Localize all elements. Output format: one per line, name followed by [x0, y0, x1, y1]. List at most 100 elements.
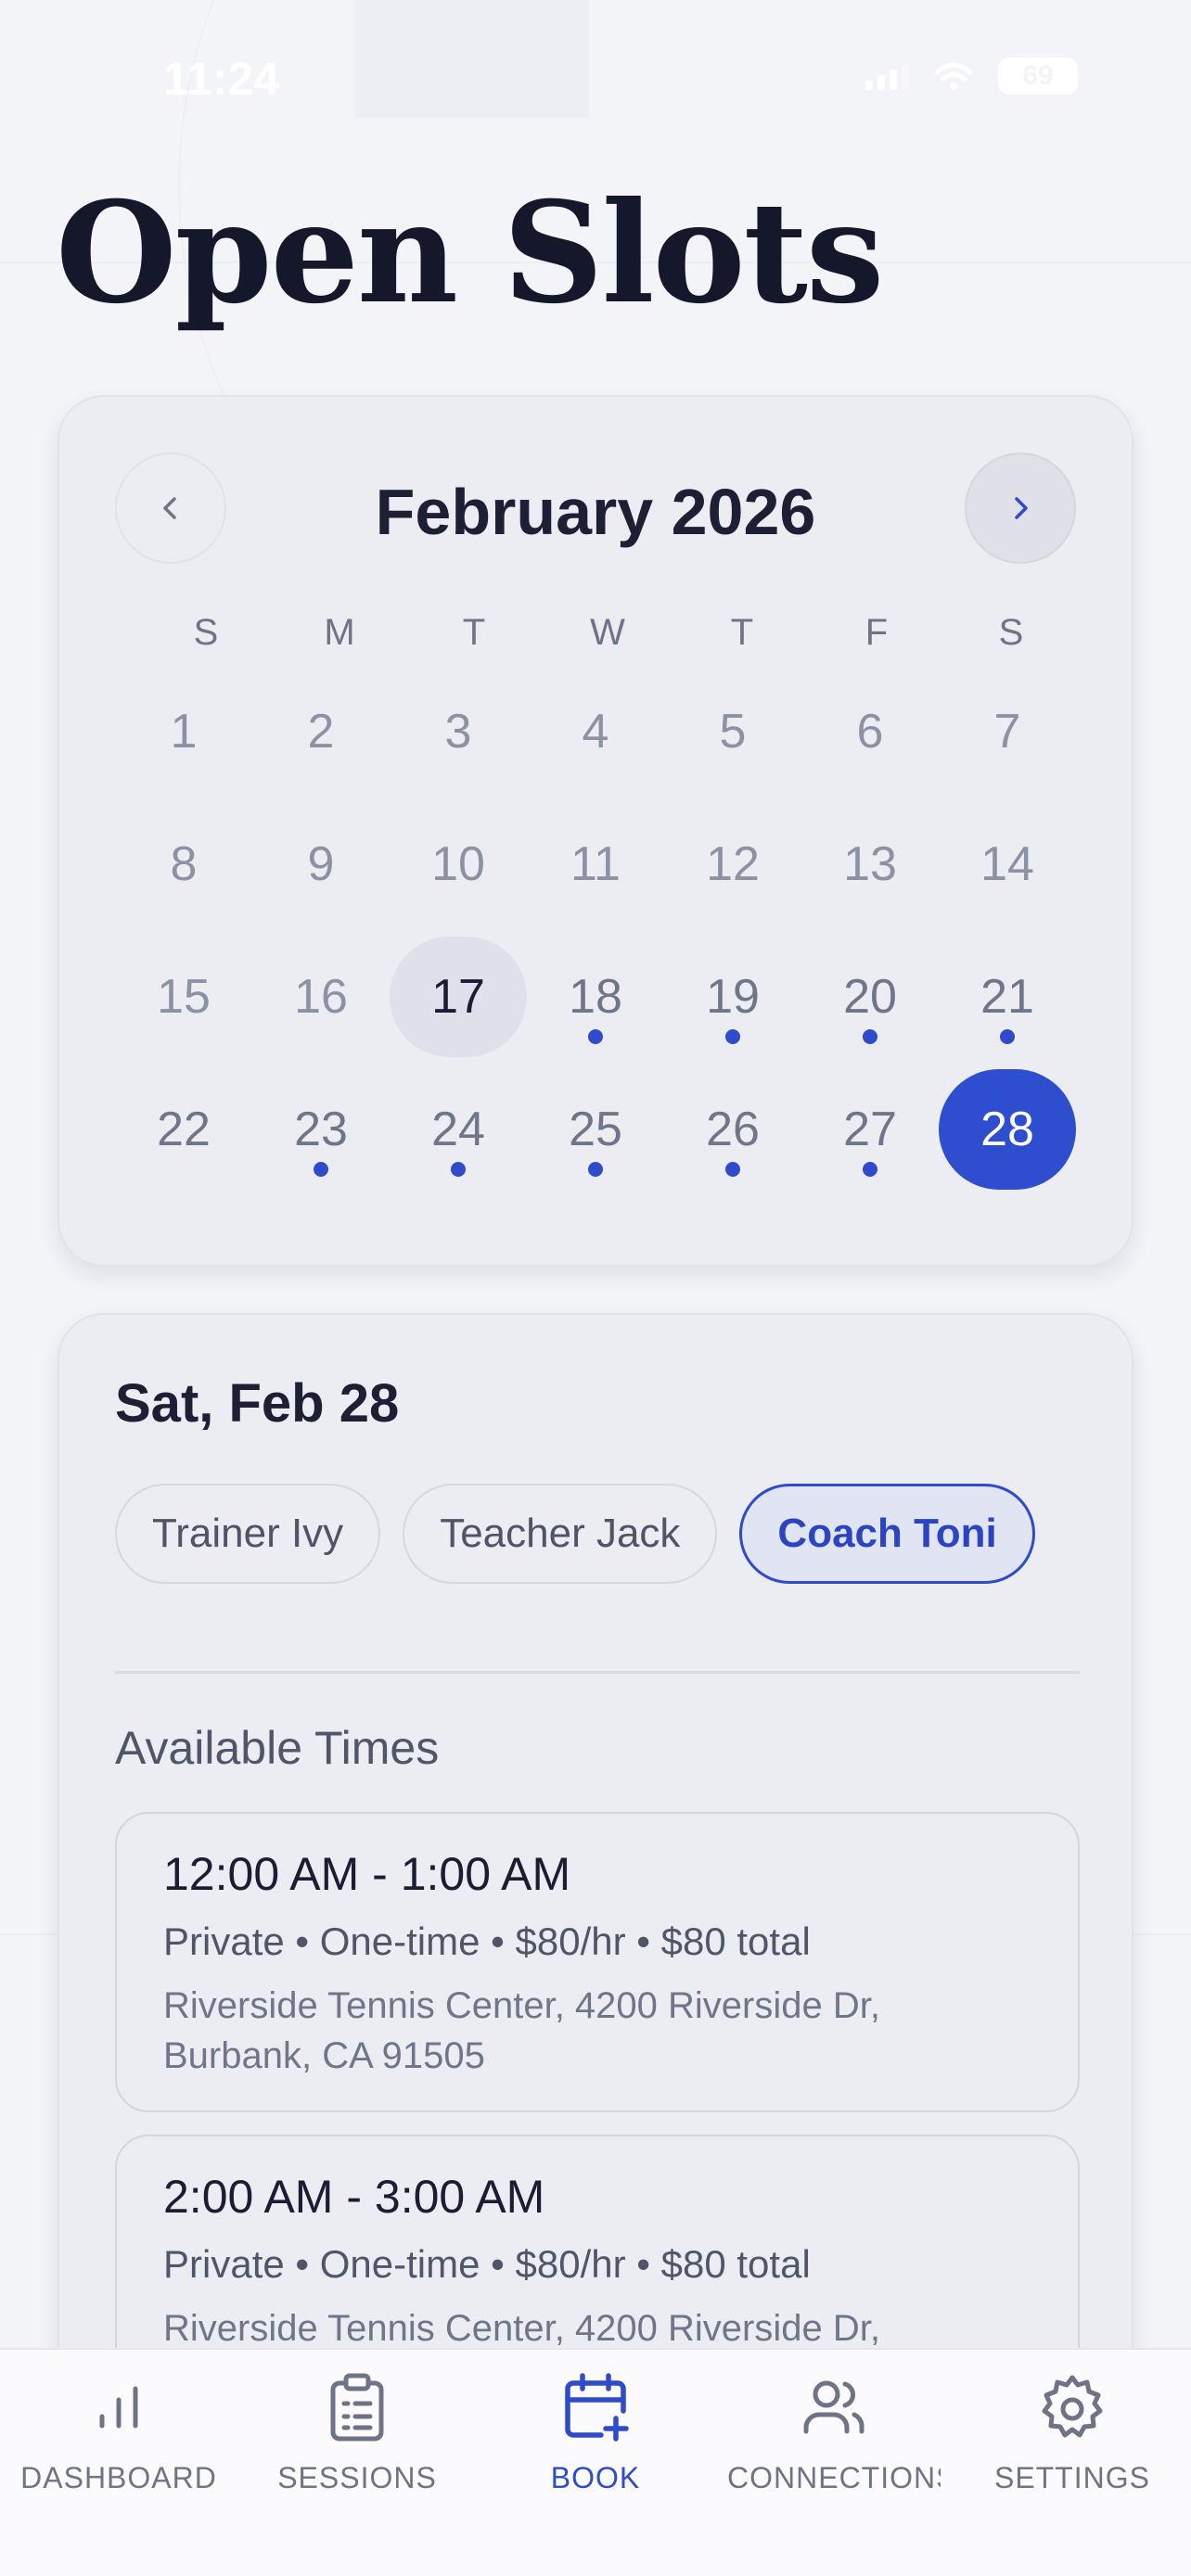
battery-icon: 69: [998, 57, 1078, 95]
calendar-day-13: 13: [801, 804, 939, 925]
selected-day-title: Sat, Feb 28: [115, 1373, 400, 1434]
tab-label: CONNECTIONS: [727, 2461, 941, 2494]
tab-book[interactable]: BOOK: [477, 2366, 714, 2515]
calendar-day-24[interactable]: 24: [390, 1069, 527, 1190]
weekday-label: T: [730, 612, 754, 653]
status-bar: 11:24 69: [0, 0, 1191, 158]
calendar-day-2: 2: [252, 671, 390, 792]
calendar-day-3: 3: [390, 671, 527, 792]
calendar-day-10: 10: [390, 804, 527, 925]
slot-location: Riverside Tennis Center, 4200 Riverside …: [163, 1985, 880, 2076]
calendar-plus-icon: [565, 2373, 629, 2442]
calendar-day-23[interactable]: 23: [252, 1069, 390, 1190]
calendar-day-12: 12: [664, 804, 801, 925]
tab-connections[interactable]: CONNECTIONS: [715, 2366, 953, 2515]
calendar-day-4: 4: [527, 671, 664, 792]
chevron-right-icon: [1015, 497, 1028, 519]
calendar-day-19[interactable]: 19: [664, 937, 801, 1057]
tab-settings[interactable]: SETTINGS: [954, 2366, 1191, 2515]
calendar-card: February 2026 S M T W T F S 1 2 3 4 5 6 7 8 9 10 1…: [58, 395, 1133, 1267]
calendar-day-14: 14: [939, 804, 1076, 925]
weekday-header: S M T W T F S: [115, 612, 1080, 668]
coach-chip-coach-toni[interactable]: Coach Toni: [739, 1484, 1035, 1584]
calendar-day-number: 8: [170, 837, 198, 891]
calendar-day-number: 4: [582, 705, 609, 759]
next-month-button[interactable]: [965, 453, 1076, 564]
calendar-day-number: 6: [856, 705, 884, 759]
time-slot-card[interactable]: 12:00 AM - 1:00 AM Private • One-time • …: [115, 1812, 1080, 2112]
slot-time: 12:00 AM - 1:00 AM: [163, 1848, 571, 1900]
calendar-day-number: 2: [307, 705, 335, 759]
calendar-day-17[interactable]: 17: [390, 937, 527, 1057]
calendar-day-number: 16: [294, 970, 348, 1024]
calendar-day-11: 11: [527, 804, 664, 925]
calendar-day-number: 11: [570, 837, 621, 891]
availability-dot: [588, 1162, 603, 1177]
calendar-day-number: 5: [719, 705, 747, 759]
tab-label: BOOK: [550, 2461, 641, 2494]
weekday-label: F: [864, 612, 889, 653]
calendar-day-26[interactable]: 26: [664, 1069, 801, 1190]
page-title: Open Slots: [56, 172, 884, 335]
slot-details: Private • One-time • $80/hr • $80 total: [163, 1919, 811, 1963]
calendar-day-15: 15: [115, 937, 252, 1057]
weekday-label: T: [462, 612, 486, 653]
slot-time: 2:00 AM - 3:00 AM: [163, 2171, 545, 2223]
status-icons: 69: [865, 57, 1078, 95]
calendar-day-1: 1: [115, 671, 252, 792]
calendar-day-25[interactable]: 25: [527, 1069, 664, 1190]
calendar-day-8: 8: [115, 804, 252, 925]
availability-dot: [588, 1029, 603, 1044]
tab-dashboard[interactable]: DASHBOARD: [0, 2366, 237, 2515]
calendar-day-number: 22: [157, 1103, 211, 1156]
gear-icon: [1042, 2375, 1103, 2438]
calendar-day-number: 17: [431, 970, 485, 1024]
calendar-day-20[interactable]: 20: [801, 937, 939, 1057]
calendar-day-number: 15: [157, 970, 211, 1024]
calendar-day-16: 16: [252, 937, 390, 1057]
calendar-day-21[interactable]: 21: [939, 937, 1076, 1057]
availability-dot: [725, 1162, 740, 1177]
calendar-day-number: 28: [980, 1103, 1034, 1156]
divider: [115, 1671, 1080, 1674]
availability-dot: [451, 1162, 466, 1177]
weekday-label: M: [324, 612, 355, 653]
availability-dot: [863, 1029, 877, 1044]
slot-details: Private • One-time • $80/hr • $80 total: [163, 2242, 811, 2286]
calendar-day-number: 3: [444, 705, 472, 759]
calendar-day-number: 14: [980, 837, 1034, 891]
coach-filter-chips: Trainer Ivy Teacher Jack Coach Toni: [115, 1484, 1035, 1584]
weekday-label: S: [193, 612, 219, 653]
tab-label: SETTINGS: [993, 2461, 1150, 2494]
weekday-label: W: [590, 612, 625, 653]
cellular-signal-icon: [865, 62, 909, 90]
calendar-day-28[interactable]: 28: [939, 1069, 1076, 1190]
coach-chip-trainer-ivy[interactable]: Trainer Ivy: [115, 1484, 381, 1584]
calendar-day-22[interactable]: 22: [115, 1069, 252, 1190]
screen: 11:24 69 Open Slots February 2026 S M T …: [0, 0, 1191, 2576]
users-icon: [803, 2380, 864, 2434]
tab-sessions[interactable]: SESSIONS: [238, 2366, 476, 2515]
bar-chart-icon: [99, 2386, 138, 2429]
available-times-label: Available Times: [115, 1722, 440, 1774]
clipboard-list-icon: [330, 2373, 384, 2442]
availability-dot: [863, 1162, 877, 1177]
weekday-label: S: [998, 612, 1024, 653]
availability-dot: [1000, 1029, 1015, 1044]
calendar-day-5: 5: [664, 671, 801, 792]
coach-chip-teacher-jack[interactable]: Teacher Jack: [403, 1484, 718, 1584]
availability-dot: [725, 1029, 740, 1044]
calendar-day-number: 1: [170, 705, 198, 759]
calendar-day-number: 12: [706, 837, 760, 891]
bottom-tab-bar: DASHBOARD SESSIONS BOOK CONNECTIONS SETT…: [0, 2348, 1191, 2576]
calendar-day-number: 7: [993, 705, 1021, 759]
status-time: 11:24: [163, 53, 280, 105]
calendar-day-18[interactable]: 18: [527, 937, 664, 1057]
calendar-day-27[interactable]: 27: [801, 1069, 939, 1190]
calendar-day-number: 10: [431, 837, 485, 891]
calendar-day-number: 9: [307, 837, 335, 891]
calendar-day-6: 6: [801, 671, 939, 792]
calendar-day-9: 9: [252, 804, 390, 925]
tab-label: SESSIONS: [277, 2461, 437, 2494]
calendar-day-7: 7: [939, 671, 1076, 792]
